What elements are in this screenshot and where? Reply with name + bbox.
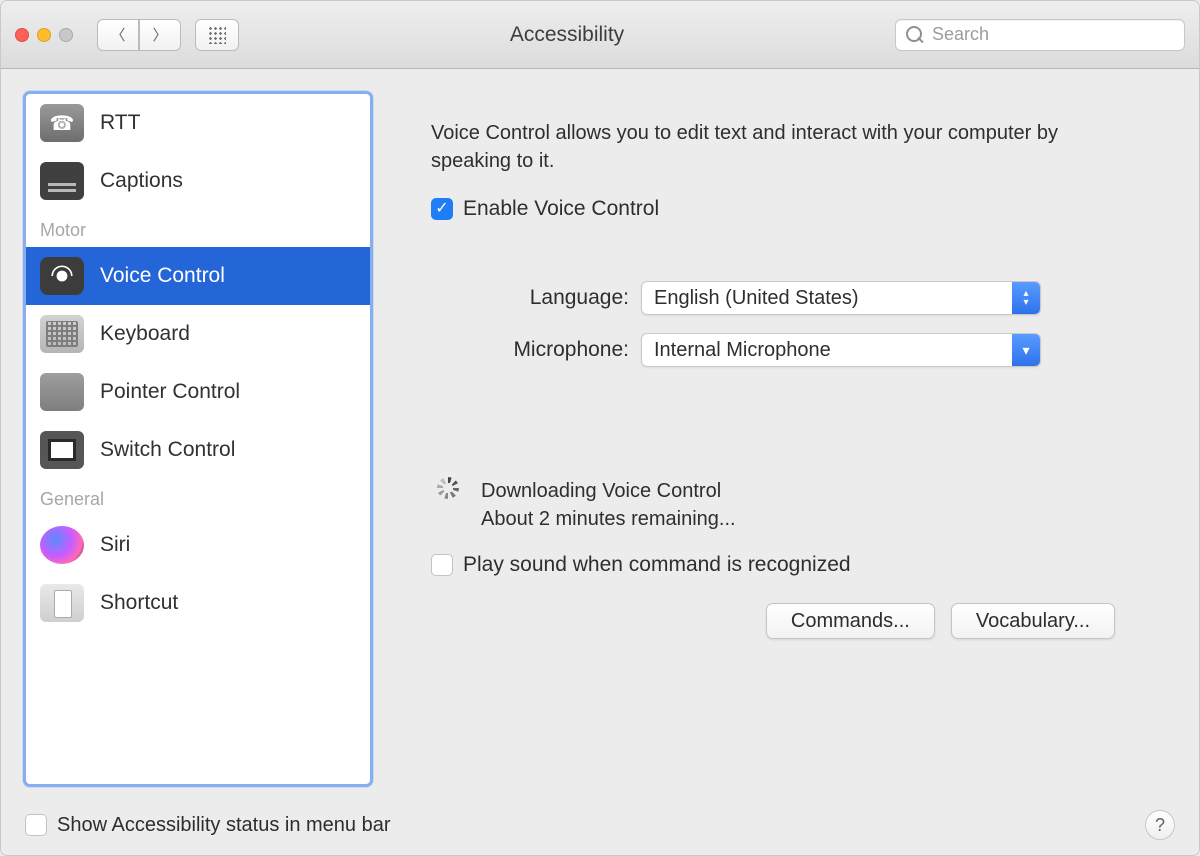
window-zoom[interactable]	[59, 28, 73, 42]
play-sound-label: Play sound when command is recognized	[463, 553, 851, 577]
sidebar-item-label: RTT	[100, 111, 140, 135]
search-icon	[906, 26, 924, 44]
voice-control-icon	[40, 257, 84, 295]
enable-voice-control-row[interactable]: ✓ Enable Voice Control	[431, 197, 1137, 221]
search-field-wrap[interactable]	[895, 19, 1185, 51]
commands-button[interactable]: Commands...	[766, 603, 935, 639]
play-sound-row[interactable]: Play sound when command is recognized	[431, 553, 1137, 577]
play-sound-checkbox[interactable]	[431, 554, 453, 576]
forward-button[interactable]: 〉	[139, 19, 181, 51]
pointer-icon	[40, 373, 84, 411]
toolbar: 〈 〉 Accessibility	[1, 1, 1199, 69]
switch-icon	[40, 431, 84, 469]
sidebar-item-captions[interactable]: Captions	[26, 152, 370, 210]
microphone-label: Microphone:	[479, 338, 629, 362]
siri-icon	[40, 526, 84, 564]
search-input[interactable]	[932, 24, 1174, 45]
section-motor: Motor	[26, 210, 370, 247]
captions-icon	[40, 162, 84, 200]
window-title: Accessibility	[253, 23, 881, 47]
shortcut-icon	[40, 584, 84, 622]
language-label: Language:	[479, 286, 629, 310]
chevron-right-icon: 〉	[152, 24, 167, 45]
back-button[interactable]: 〈	[97, 19, 139, 51]
sidebar-item-rtt[interactable]: ☎ RTT	[26, 94, 370, 152]
microphone-value: Internal Microphone	[642, 334, 1012, 366]
sidebar-item-voice-control[interactable]: Voice Control	[26, 247, 370, 305]
chevron-down-icon	[1012, 334, 1040, 366]
section-general: General	[26, 479, 370, 516]
grid-icon	[208, 26, 226, 44]
microphone-select[interactable]: Internal Microphone	[641, 333, 1041, 367]
form-rows: Language: English (United States) Microp…	[431, 281, 1137, 367]
sidebar-item-label: Pointer Control	[100, 380, 240, 404]
updown-icon	[1012, 282, 1040, 314]
download-line-1: Downloading Voice Control	[481, 477, 736, 505]
microphone-row: Microphone: Internal Microphone	[479, 333, 1041, 367]
content: ☎ RTT Captions Motor Voice Control Ke	[1, 69, 1199, 795]
show-status-label: Show Accessibility status in menu bar	[57, 814, 391, 837]
download-status: Downloading Voice Control About 2 minute…	[431, 477, 1137, 533]
rtt-icon: ☎	[40, 104, 84, 142]
sidebar-item-shortcut[interactable]: Shortcut	[26, 574, 370, 632]
sidebar-item-label: Voice Control	[100, 264, 225, 288]
pane-description: Voice Control allows you to edit text an…	[431, 119, 1131, 175]
show-status-checkbox[interactable]	[25, 814, 47, 836]
sidebar-item-keyboard[interactable]: Keyboard	[26, 305, 370, 363]
chevron-left-icon: 〈	[110, 24, 125, 45]
footer: Show Accessibility status in menu bar ?	[1, 795, 1199, 855]
sidebar-item-label: Switch Control	[100, 438, 235, 462]
spinner-icon	[437, 477, 459, 499]
show-all-button[interactable]	[195, 19, 239, 51]
vocabulary-button[interactable]: Vocabulary...	[951, 603, 1115, 639]
sidebar-item-siri[interactable]: Siri	[26, 516, 370, 574]
language-select[interactable]: English (United States)	[641, 281, 1041, 315]
help-button[interactable]: ?	[1145, 810, 1175, 840]
enable-voice-control-label: Enable Voice Control	[463, 197, 659, 221]
download-line-2: About 2 minutes remaining...	[481, 505, 736, 533]
check-icon: ✓	[435, 201, 448, 217]
download-status-text: Downloading Voice Control About 2 minute…	[481, 477, 736, 533]
language-value: English (United States)	[642, 282, 1012, 314]
category-list: ☎ RTT Captions Motor Voice Control Ke	[23, 91, 373, 787]
sidebar-item-label: Shortcut	[100, 591, 178, 615]
window-close[interactable]	[15, 28, 29, 42]
keyboard-icon	[40, 315, 84, 353]
traffic-lights	[15, 28, 73, 42]
sidebar-item-switch-control[interactable]: Switch Control	[26, 421, 370, 479]
action-buttons: Commands... Vocabulary...	[431, 603, 1137, 639]
window-minimize[interactable]	[37, 28, 51, 42]
language-row: Language: English (United States)	[479, 281, 1041, 315]
enable-voice-control-checkbox[interactable]: ✓	[431, 198, 453, 220]
help-icon: ?	[1155, 815, 1165, 836]
sidebar-item-pointer-control[interactable]: Pointer Control	[26, 363, 370, 421]
show-status-row[interactable]: Show Accessibility status in menu bar	[25, 814, 391, 837]
sidebar-item-label: Siri	[100, 533, 130, 557]
sidebar-item-label: Captions	[100, 169, 183, 193]
accessibility-window: 〈 〉 Accessibility ☎ RTT Captions Motor	[0, 0, 1200, 856]
voice-control-pane: Voice Control allows you to edit text an…	[391, 91, 1177, 787]
nav-buttons: 〈 〉	[97, 19, 181, 51]
sidebar-item-label: Keyboard	[100, 322, 190, 346]
category-scroll[interactable]: ☎ RTT Captions Motor Voice Control Ke	[26, 94, 370, 784]
